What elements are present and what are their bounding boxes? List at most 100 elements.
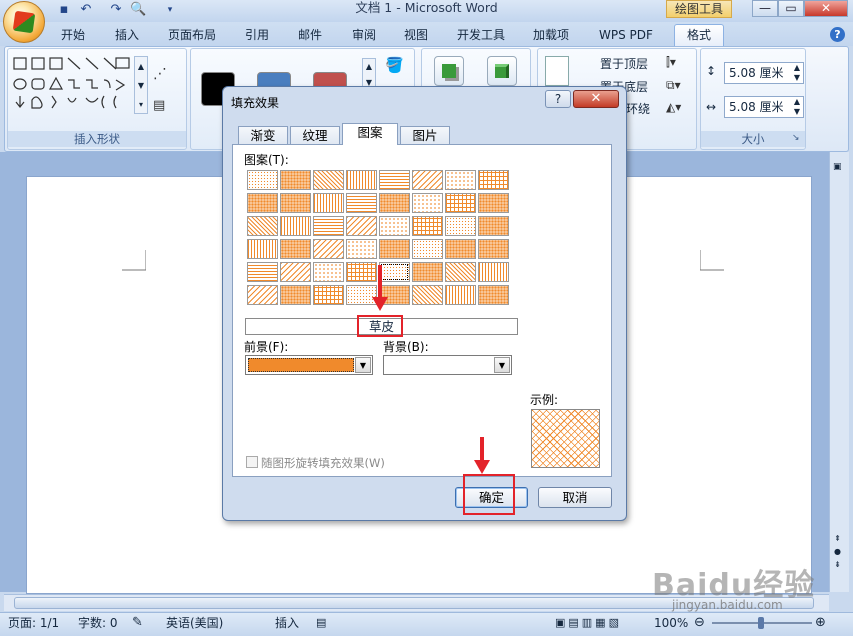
word-count[interactable]: 字数: 0 — [78, 612, 118, 634]
pattern-cell[interactable] — [313, 239, 344, 259]
3d-effects-button[interactable] — [487, 56, 517, 86]
restore-button[interactable]: ▭ — [778, 0, 804, 17]
shape-height-input[interactable]: 5.08 厘米 ▲ ▼ — [724, 62, 804, 84]
pattern-cell[interactable] — [379, 262, 410, 282]
pattern-cell[interactable] — [313, 285, 344, 305]
pattern-cell[interactable] — [313, 216, 344, 236]
pattern-cell[interactable] — [478, 216, 509, 236]
pattern-cell[interactable] — [478, 262, 509, 282]
tab-gradient[interactable]: 渐变 — [238, 126, 288, 145]
pattern-cell[interactable] — [412, 170, 443, 190]
pattern-cell[interactable] — [346, 170, 377, 190]
pattern-cell[interactable] — [247, 170, 278, 190]
pattern-cell[interactable] — [313, 170, 344, 190]
vertical-scrollbar[interactable]: ▣ ⇞ ● ⇟ — [829, 152, 849, 592]
tab-home[interactable]: 开始 — [61, 26, 85, 44]
tab-page-layout[interactable]: 页面布局 — [168, 26, 216, 44]
shape-fill-icon[interactable]: 🪣 — [385, 56, 404, 74]
help-icon[interactable]: ? — [830, 27, 845, 42]
pattern-cell[interactable] — [247, 216, 278, 236]
ok-button[interactable]: 确定 — [455, 487, 528, 508]
macro-icon[interactable]: ▤ — [316, 612, 326, 634]
size-dialog-launcher-icon[interactable]: ↘ — [792, 133, 800, 143]
undo-icon[interactable]: ↶ — [78, 2, 94, 18]
shadow-effects-button[interactable] — [434, 56, 464, 86]
rotate-with-shape-checkbox[interactable] — [246, 456, 258, 468]
pattern-cell[interactable] — [445, 262, 476, 282]
cancel-button[interactable]: 取消 — [538, 487, 612, 508]
minimize-button[interactable]: — — [752, 0, 778, 17]
page-count[interactable]: 页面: 1/1 — [8, 612, 59, 634]
background-color-dropdown[interactable]: ▼ — [383, 355, 512, 375]
dialog-close-button[interactable]: ✕ — [573, 90, 619, 108]
pattern-cell[interactable] — [346, 193, 377, 213]
pattern-cell[interactable] — [445, 285, 476, 305]
pattern-cell[interactable] — [247, 285, 278, 305]
foreground-dropdown-arrow-icon[interactable]: ▼ — [355, 357, 371, 373]
pattern-cell[interactable] — [412, 262, 443, 282]
foreground-color-dropdown[interactable]: ▼ — [245, 355, 373, 375]
position-icon[interactable] — [545, 56, 569, 86]
insert-mode-indicator[interactable]: 插入 — [275, 612, 299, 634]
pattern-cell[interactable] — [313, 193, 344, 213]
pattern-cell[interactable] — [379, 216, 410, 236]
shape-width-input[interactable]: 5.08 厘米 ▲ ▼ — [724, 96, 804, 118]
pattern-cell[interactable] — [247, 239, 278, 259]
pattern-cell[interactable] — [247, 262, 278, 282]
pattern-cell[interactable] — [412, 285, 443, 305]
bring-to-front-button[interactable]: 置于顶层 — [600, 55, 648, 72]
tab-pattern[interactable]: 图案 — [342, 123, 398, 145]
shapes-gallery-scroll[interactable]: ▲ ▼ ▾ — [134, 56, 148, 114]
pattern-cell[interactable] — [280, 193, 311, 213]
language-indicator[interactable]: 英语(美国) — [166, 612, 223, 634]
group-icon[interactable]: ⧉▾ — [666, 78, 681, 93]
browse-object-icon[interactable]: ⇞ ● ⇟ — [834, 532, 841, 571]
redo-icon[interactable]: ↷ — [108, 2, 124, 18]
tab-format[interactable]: 格式 — [674, 24, 724, 46]
zoom-out-icon[interactable]: ⊖ — [694, 612, 705, 634]
tab-developer[interactable]: 开发工具 — [457, 26, 505, 44]
proofing-icon[interactable]: ✎ — [132, 612, 143, 634]
tab-references[interactable]: 引用 — [245, 26, 269, 44]
shapes-gallery[interactable] — [12, 56, 132, 114]
tab-view[interactable]: 视图 — [404, 26, 428, 44]
tab-texture[interactable]: 纹理 — [290, 126, 340, 145]
view-buttons[interactable]: ▣▤▥▦▧ — [555, 612, 622, 634]
background-dropdown-arrow-icon[interactable]: ▼ — [494, 357, 510, 373]
pattern-cell[interactable] — [346, 239, 377, 259]
align-icon[interactable]: ⫿▾ — [666, 55, 676, 70]
zoom-slider[interactable] — [712, 617, 812, 629]
text-wrapping-button[interactable]: 环绕 — [626, 100, 650, 117]
pattern-cell[interactable] — [280, 239, 311, 259]
office-button[interactable] — [3, 1, 45, 43]
text-box-icon[interactable]: ▤ — [153, 98, 165, 113]
tab-review[interactable]: 审阅 — [352, 26, 376, 44]
pattern-cell[interactable] — [445, 216, 476, 236]
edit-shape-icon[interactable]: ⋰ — [153, 66, 167, 82]
pattern-cell[interactable] — [379, 193, 410, 213]
zoom-level[interactable]: 100% — [654, 612, 688, 634]
customize-icon[interactable]: ▾ — [162, 2, 178, 18]
save-icon[interactable]: ▪ — [56, 2, 72, 18]
pattern-cell[interactable] — [346, 262, 377, 282]
pattern-cell[interactable] — [412, 239, 443, 259]
tab-insert[interactable]: 插入 — [115, 26, 139, 44]
pattern-cell[interactable] — [346, 216, 377, 236]
rotate-icon[interactable]: ◭▾ — [666, 100, 681, 114]
pattern-cell[interactable] — [247, 193, 278, 213]
pattern-cell[interactable] — [412, 193, 443, 213]
pattern-cell[interactable] — [478, 239, 509, 259]
pattern-cell[interactable] — [478, 170, 509, 190]
dialog-help-button[interactable]: ? — [545, 90, 571, 108]
pattern-cell[interactable] — [313, 262, 344, 282]
pattern-cell[interactable] — [478, 285, 509, 305]
close-button[interactable]: ✕ — [804, 0, 848, 17]
ruler-toggle-icon[interactable]: ▣ — [833, 162, 842, 172]
pattern-cell[interactable] — [445, 193, 476, 213]
pattern-cell[interactable] — [280, 170, 311, 190]
pattern-cell[interactable] — [280, 262, 311, 282]
pattern-cell[interactable] — [478, 193, 509, 213]
pattern-cell[interactable] — [445, 170, 476, 190]
pattern-cell[interactable] — [280, 285, 311, 305]
pattern-cell[interactable] — [280, 216, 311, 236]
